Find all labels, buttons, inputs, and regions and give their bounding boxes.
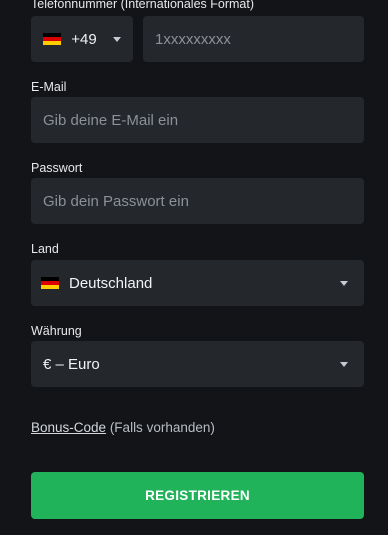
bonus-code-row: Bonus-Code (Falls vorhanden) — [31, 420, 215, 435]
email-field[interactable] — [31, 97, 364, 143]
chevron-down-icon — [340, 361, 348, 367]
country-code-value: +49 — [71, 30, 97, 48]
bonus-code-link[interactable]: Bonus-Code — [31, 420, 106, 435]
password-input[interactable] — [31, 178, 364, 224]
currency-select[interactable]: € – Euro — [31, 341, 364, 387]
country-label: Land — [31, 242, 59, 256]
phone-number-field[interactable] — [143, 16, 364, 62]
phone-label: Telefonnummer (Internationales Format) — [31, 0, 255, 11]
chevron-down-icon — [112, 36, 121, 42]
country-value: Deutschland — [69, 274, 153, 292]
password-field[interactable] — [31, 178, 364, 224]
flag-de-icon — [41, 277, 59, 289]
register-button[interactable]: REGISTRIEREN — [31, 472, 364, 519]
email-input[interactable] — [31, 97, 364, 143]
currency-value: € – Euro — [43, 355, 100, 373]
email-label: E-Mail — [31, 80, 67, 94]
chevron-down-icon — [340, 280, 348, 286]
currency-label: Währung — [31, 324, 82, 338]
phone-number-input[interactable] — [143, 16, 364, 62]
country-select[interactable]: Deutschland — [31, 260, 364, 306]
country-code-select[interactable]: +49 — [31, 16, 133, 62]
bonus-code-hint: (Falls vorhanden) — [106, 420, 215, 435]
password-label: Passwort — [31, 161, 83, 175]
flag-de-icon — [43, 33, 61, 45]
